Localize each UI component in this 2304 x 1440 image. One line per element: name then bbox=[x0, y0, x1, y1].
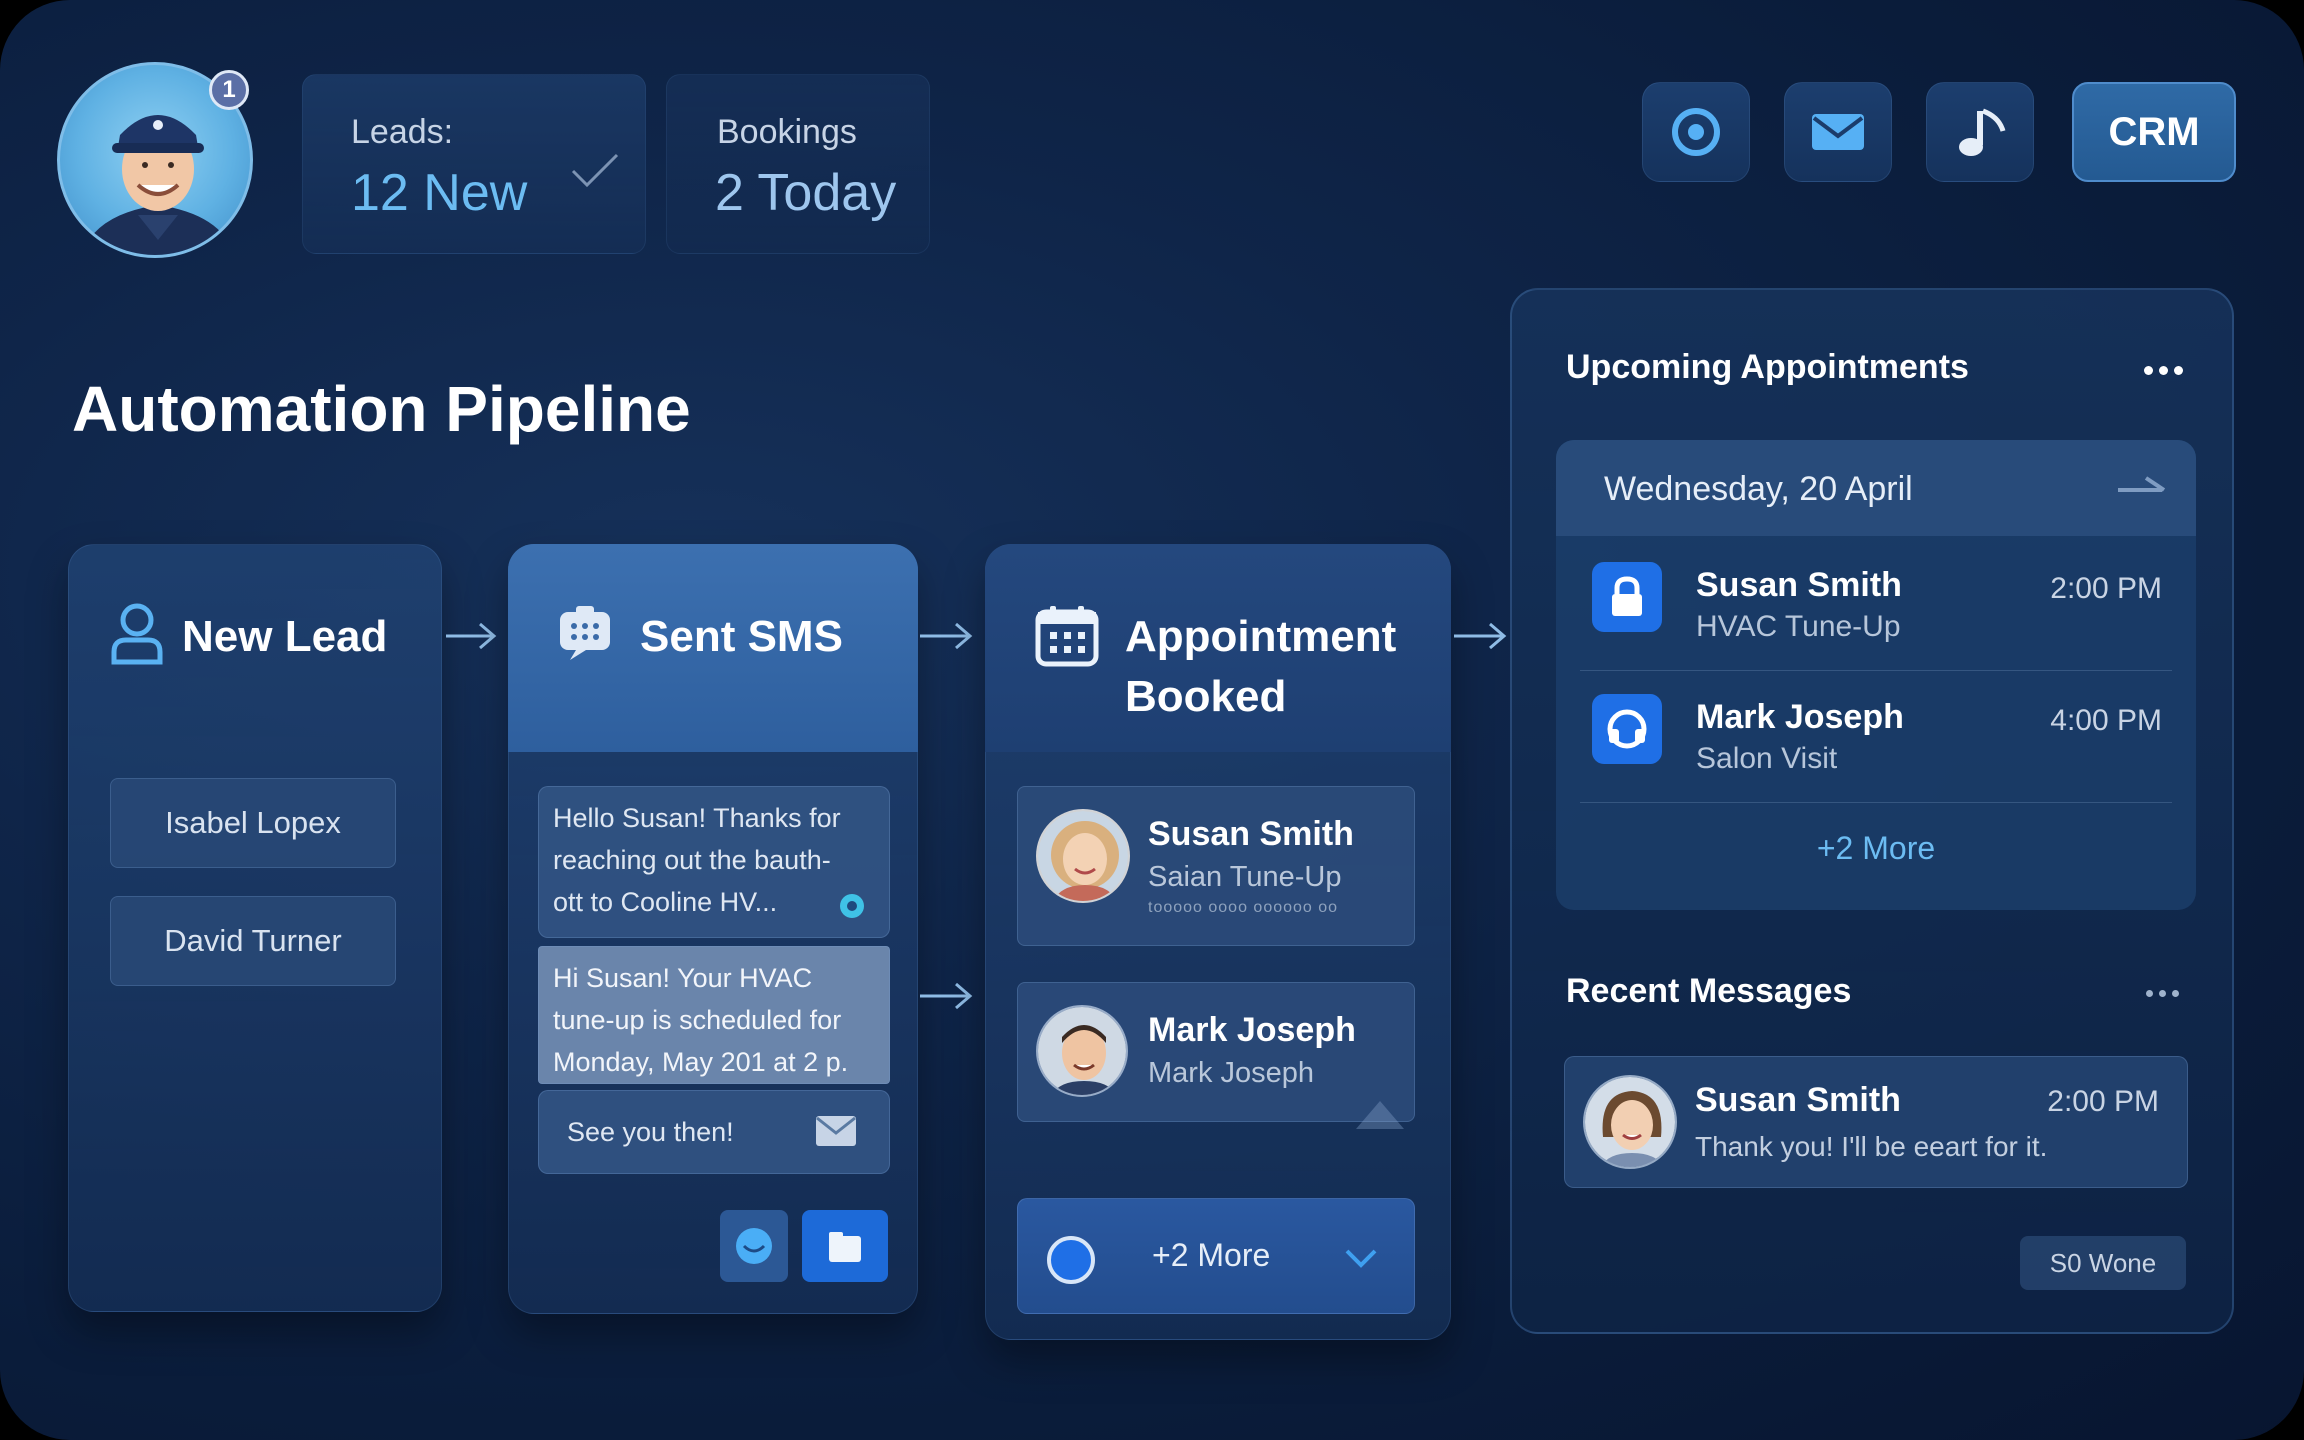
upcoming-list: Wednesday, 20 April Susan Smith HVAC Tun… bbox=[1556, 440, 2196, 910]
arrow-right-icon bbox=[920, 622, 973, 650]
message-card-susan[interactable]: Susan Smith 2:00 PM Thank you! I'll be e… bbox=[1564, 1056, 2188, 1188]
calendar-icon bbox=[1035, 606, 1099, 667]
arrow-right-icon bbox=[446, 622, 497, 650]
resize-handle-icon[interactable] bbox=[1354, 1095, 1406, 1131]
sms-message-3[interactable]: See you then! bbox=[538, 1090, 890, 1174]
upcoming-title: Upcoming Appointments bbox=[1566, 348, 1969, 386]
target-button[interactable] bbox=[1642, 82, 1750, 182]
sms-line: Monday, May 201 at 2 p. bbox=[553, 1047, 849, 1077]
recent-title: Recent Messages bbox=[1566, 972, 1852, 1010]
divider bbox=[1580, 670, 2172, 671]
avatar bbox=[1036, 809, 1130, 903]
more-label: +2 More bbox=[1152, 1237, 1271, 1273]
appointment-name: Susan Smith bbox=[1696, 566, 1902, 604]
sms-line: Hi Susan! Your HVAC bbox=[553, 963, 813, 993]
smile-icon bbox=[736, 1228, 772, 1264]
notification-badge: 1 bbox=[209, 70, 249, 110]
envelope-icon bbox=[816, 1116, 856, 1146]
appointment-card-mark[interactable]: Mark Joseph Mark Joseph bbox=[1017, 982, 1415, 1129]
chat-bubble-icon bbox=[840, 894, 864, 918]
person-portrait-icon bbox=[1585, 1077, 1675, 1167]
divider bbox=[1580, 802, 2172, 803]
card-name: Mark Joseph bbox=[1148, 1011, 1356, 1049]
avatar bbox=[1036, 1005, 1128, 1097]
user-avatar[interactable]: 1 bbox=[57, 62, 253, 258]
date-label: Wednesday, 20 April bbox=[1604, 470, 1913, 508]
lead-chip-isabel[interactable]: Isabel Lopex bbox=[110, 778, 396, 868]
app-window: 1 Leads: 12 New Bookings 2 Today CRM Aut… bbox=[0, 0, 2304, 1440]
bookings-value: 2 Today bbox=[715, 164, 897, 222]
sms-line: See you then! bbox=[567, 1117, 734, 1147]
message-preview: Thank you! I'll be eeart for it. bbox=[1695, 1131, 2048, 1162]
mail-button[interactable] bbox=[1784, 82, 1892, 182]
date-header: Wednesday, 20 April bbox=[1556, 440, 2196, 536]
lead-chip-david[interactable]: David Turner bbox=[110, 896, 396, 986]
card-name: Susan Smith bbox=[1148, 815, 1354, 853]
arrow-right-icon bbox=[1454, 622, 1507, 650]
circle-icon bbox=[1047, 1236, 1095, 1284]
appointment-service: HVAC Tune-Up bbox=[1696, 610, 1901, 643]
attach-button[interactable] bbox=[802, 1210, 888, 1282]
leads-label: Leads: bbox=[351, 113, 454, 151]
sent-sms-title: Sent SMS bbox=[640, 612, 843, 661]
recent-menu-icon[interactable] bbox=[2146, 990, 2179, 997]
sms-chat-icon bbox=[560, 606, 610, 660]
user-icon bbox=[111, 603, 163, 665]
leads-value: 12 New bbox=[351, 164, 528, 222]
appointment-time: 2:00 PM bbox=[2050, 572, 2162, 605]
message-sender: Susan Smith bbox=[1695, 1081, 1901, 1119]
avatar bbox=[1583, 1075, 1677, 1169]
upcoming-menu-icon[interactable] bbox=[2144, 366, 2183, 375]
title-line: Appointment bbox=[1125, 612, 1397, 661]
card-service: Saian Tune-Up bbox=[1148, 861, 1342, 893]
message-time: 2:00 PM bbox=[2047, 1085, 2159, 1118]
title-line: Booked bbox=[1125, 672, 1287, 721]
mail-icon bbox=[1812, 114, 1864, 150]
upcoming-more-link[interactable]: +2 More bbox=[1556, 830, 2196, 867]
page-title: Automation Pipeline bbox=[72, 373, 691, 445]
appointment-service: Salon Visit bbox=[1696, 742, 1838, 775]
appointment-card-susan[interactable]: Susan Smith Saian Tune-Up tooooo oooo oo… bbox=[1017, 786, 1415, 946]
sms-line: tune-up is scheduled for bbox=[553, 1005, 842, 1035]
sms-message-2[interactable]: Hi Susan! Your HVAC tune-up is scheduled… bbox=[538, 946, 890, 1084]
person-portrait-icon bbox=[1038, 1007, 1126, 1095]
appointment-name: Mark Joseph bbox=[1696, 698, 1904, 736]
appointment-booked-title: Appointment Booked bbox=[1125, 607, 1396, 727]
sms-line: ott to Cooline HV... bbox=[553, 887, 778, 917]
bookings-stat-card[interactable]: Bookings 2 Today bbox=[666, 74, 930, 254]
footer-chip[interactable]: S0 Wone bbox=[2020, 1236, 2186, 1290]
sms-line: reaching out the bauth- bbox=[553, 845, 831, 875]
music-button[interactable] bbox=[1926, 82, 2034, 182]
music-note-icon bbox=[1959, 108, 2006, 156]
sms-message-1[interactable]: Hello Susan! Thanks for reaching out the… bbox=[538, 786, 890, 938]
person-portrait-icon bbox=[1038, 811, 1128, 901]
lock-icon bbox=[1592, 562, 1662, 632]
arrow-right-icon[interactable] bbox=[2116, 474, 2166, 498]
check-icon bbox=[571, 153, 619, 188]
target-icon bbox=[1672, 108, 1720, 156]
arrow-right-icon bbox=[920, 982, 973, 1010]
appointments-more-button[interactable]: +2 More bbox=[1017, 1198, 1415, 1314]
sms-line: Hello Susan! Thanks for bbox=[553, 803, 841, 833]
crm-button[interactable]: CRM bbox=[2072, 82, 2236, 182]
appointment-time: 4:00 PM bbox=[2050, 704, 2162, 737]
bookings-label: Bookings bbox=[717, 113, 857, 151]
folder-icon bbox=[829, 1232, 861, 1262]
new-lead-title: New Lead bbox=[182, 612, 388, 661]
card-service: Mark Joseph bbox=[1148, 1057, 1315, 1089]
chevron-down-icon bbox=[1345, 1249, 1377, 1268]
card-detail: tooooo oooo oooooo oo bbox=[1148, 899, 1339, 916]
sticker-button[interactable] bbox=[720, 1210, 788, 1282]
headset-icon bbox=[1592, 694, 1662, 764]
leads-stat-card[interactable]: Leads: 12 New bbox=[302, 74, 646, 254]
